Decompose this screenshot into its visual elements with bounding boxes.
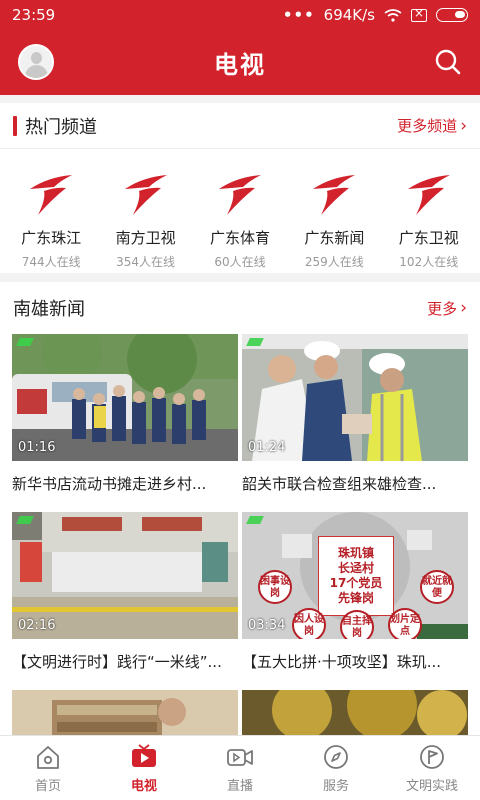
hot-channels-section: 热门频道 更多频道 › 广东珠江 744人在线 南方卫视 354人在线 广东体育 60人在… <box>0 103 480 273</box>
channel-item[interactable]: 南方卫视 354人在线 <box>100 169 192 270</box>
poster-line: 长迳村 <box>337 561 374 575</box>
top-bar: 23:59 ••• 694K/s 电视 <box>0 0 480 95</box>
poster-line: 先锋岗 <box>337 591 374 605</box>
bottom-tab-bar: 首页 电视 直播 服务 文明实践 <box>0 735 480 800</box>
status-right: ••• 694K/s <box>283 6 468 24</box>
more-channels-link[interactable]: 更多频道 › <box>397 115 467 136</box>
home-icon <box>37 746 59 769</box>
hot-channels-title: 热门频道 <box>25 116 97 138</box>
channel-name: 南方卫视 <box>115 229 176 247</box>
channel-item[interactable]: 广东卫视 102人在线 <box>383 169 475 270</box>
news-card[interactable]: 02:16 【文明进行时】践行“一米线”... <box>12 512 238 672</box>
video-thumbnail: 01:16 <box>12 334 238 461</box>
news-card[interactable]: 01:16 新华书店流动书摊走进乡村... <box>12 334 238 494</box>
news-card-title: 新华书店流动书摊走进乡村... <box>12 475 207 493</box>
more-channels-label: 更多频道 <box>397 117 458 135</box>
news-section: 南雄新闻 更多 › 01:16 新华书店流动书摊走进乡村... 01:24 韶关… <box>0 282 480 800</box>
channel-logo-icon <box>30 175 73 215</box>
chevron-right-icon: › <box>460 115 467 136</box>
poster-bubble: 困事设岗 <box>258 570 292 604</box>
channel-list: 广东珠江 744人在线 南方卫视 354人在线 广东体育 60人在线 广东新闻 259人在线广… <box>0 149 480 270</box>
tv-icon <box>132 744 156 767</box>
video-duration: 02:16 <box>18 618 56 633</box>
news-card-title: 韶关市联合检查组来雄检查... <box>242 475 437 493</box>
tab-label: 服务 <box>322 779 349 794</box>
tab-label: 电视 <box>130 779 157 794</box>
page-title: 电视 <box>214 51 266 79</box>
no-sim-icon <box>411 6 427 22</box>
tab-label: 直播 <box>226 779 253 794</box>
tab-service[interactable]: 服务 <box>288 736 384 800</box>
more-news-link[interactable]: 更多 › <box>427 298 467 319</box>
news-header: 南雄新闻 更多 › <box>0 282 480 334</box>
channel-item[interactable]: 广东新闻 259人在线 <box>288 169 380 270</box>
tab-home[interactable]: 首页 <box>0 736 96 800</box>
channel-logo-icon <box>313 175 356 215</box>
news-title: 南雄新闻 <box>13 299 85 320</box>
flag-icon <box>420 745 444 769</box>
video-thumbnail: 01:24 <box>242 334 468 461</box>
chevron-right-icon: › <box>460 298 467 318</box>
tab-tv[interactable]: 电视 <box>96 736 192 800</box>
status-time: 23:59 <box>12 6 56 24</box>
video-thumbnail: 珠玑镇 长迳村 17个党员 先锋岗 困事设岗 就近就便 因人设岗 自主择岗 划片… <box>242 512 468 639</box>
poster-bubble: 自主择岗 <box>340 610 374 639</box>
poster-bubble: 就近就便 <box>420 570 454 604</box>
poster-bubble: 划片定点 <box>388 608 422 639</box>
channel-online-count: 744人在线 <box>21 255 81 269</box>
network-speed: 694K/s <box>323 6 375 24</box>
channel-online-count: 259人在线 <box>304 255 364 269</box>
poster-line: 17个党员 <box>329 576 383 590</box>
channel-name: 广东卫视 <box>398 229 459 247</box>
poster-line: 珠玑镇 <box>337 546 374 560</box>
channel-online-count: 102人在线 <box>399 255 459 269</box>
avatar[interactable] <box>18 44 54 80</box>
section-title: 热门频道 <box>13 113 97 139</box>
video-duration: 03:34 <box>248 618 286 633</box>
channel-online-count: 60人在线 <box>214 255 266 269</box>
channel-logo-icon <box>407 175 450 215</box>
channel-logo-icon <box>218 175 261 215</box>
tab-label: 首页 <box>34 779 61 794</box>
news-card[interactable]: 珠玑镇 长迳村 17个党员 先锋岗 困事设岗 就近就便 因人设岗 自主择岗 划片… <box>242 512 468 672</box>
poster-main: 珠玑镇 长迳村 17个党员 先锋岗 <box>318 536 394 616</box>
channel-online-count: 354人在线 <box>116 255 176 269</box>
video-duration: 01:16 <box>18 440 56 455</box>
tab-live[interactable]: 直播 <box>192 736 288 800</box>
battery-icon <box>436 8 468 22</box>
status-dots: ••• <box>282 6 315 24</box>
channel-name: 广东珠江 <box>21 229 82 247</box>
app: 23:59 ••• 694K/s 电视 <box>0 0 480 800</box>
news-card-title: 【五大比拼·十项攻坚】珠玑... <box>242 653 442 671</box>
channel-logo-icon <box>124 175 167 215</box>
header: 电视 <box>0 30 480 95</box>
channel-name: 广东新闻 <box>304 229 365 247</box>
wifi-icon <box>384 8 402 22</box>
more-news-label: 更多 <box>427 299 458 318</box>
video-duration: 01:24 <box>248 440 286 455</box>
hot-channels-header: 热门频道 更多频道 › <box>0 103 480 149</box>
compass-icon <box>324 745 348 769</box>
tab-civilization[interactable]: 文明实践 <box>384 736 480 800</box>
tab-label: 文明实践 <box>405 779 458 794</box>
news-card[interactable]: 01:24 韶关市联合检查组来雄检查... <box>242 334 468 494</box>
news-card-title: 【文明进行时】践行“一米线”... <box>12 653 222 671</box>
channel-item[interactable]: 广东体育 60人在线 <box>194 169 286 270</box>
poster-bubble: 因人设岗 <box>292 608 326 639</box>
live-camera-icon <box>227 749 253 766</box>
search-icon[interactable] <box>434 48 462 76</box>
channel-name: 广东体育 <box>209 229 270 247</box>
status-bar: 23:59 ••• 694K/s <box>0 0 480 30</box>
channel-item[interactable]: 广东珠江 744人在线 <box>5 169 97 270</box>
video-thumbnail: 02:16 <box>12 512 238 639</box>
